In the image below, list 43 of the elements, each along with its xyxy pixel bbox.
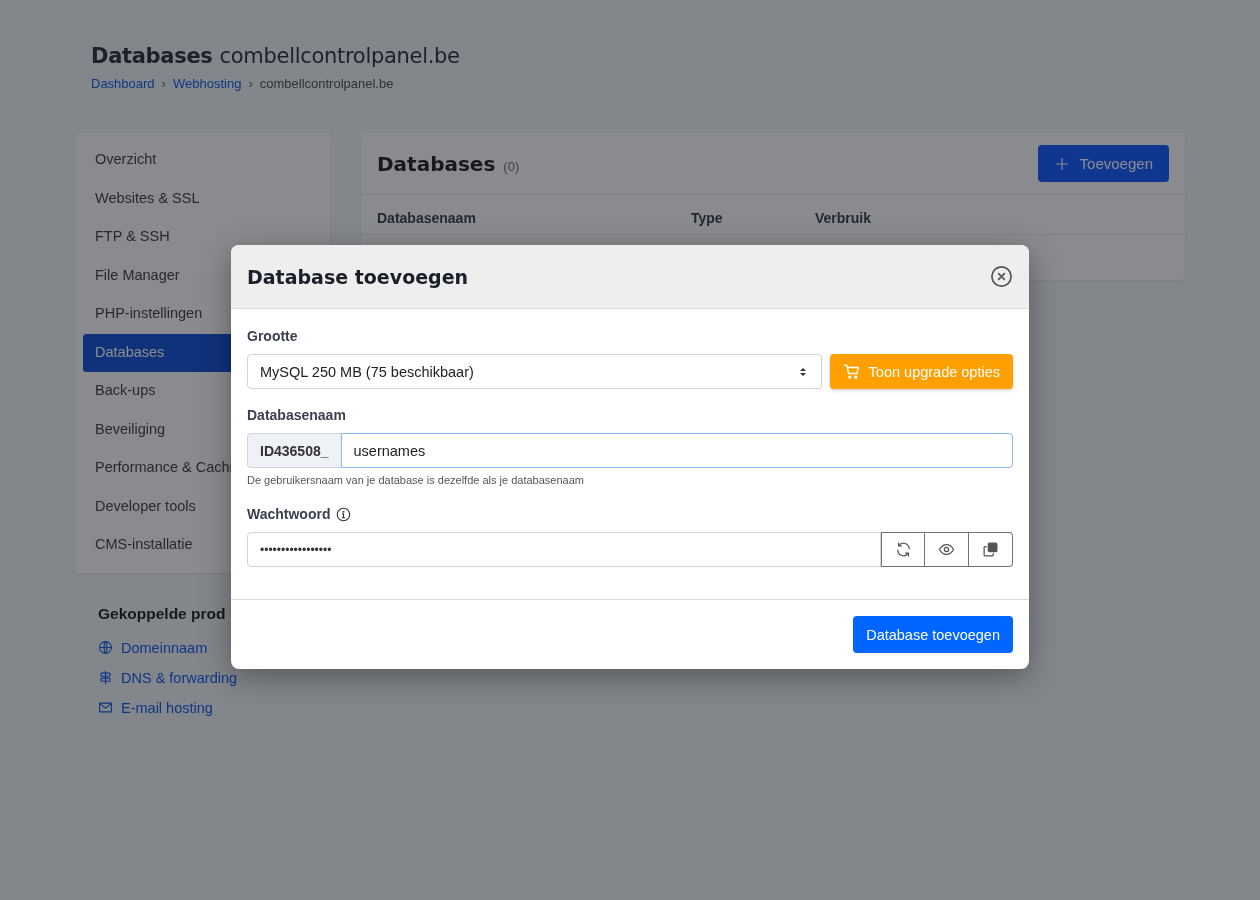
close-button[interactable]	[990, 265, 1013, 288]
page-title: Databases	[91, 44, 213, 68]
product-link[interactable]: E-mail hosting	[121, 699, 213, 716]
field-label: Databasenaam	[247, 407, 347, 423]
column-header: Type	[691, 210, 724, 226]
add-button[interactable]: Toevoegen	[1037, 145, 1169, 182]
column-header: Verbruik	[815, 210, 873, 226]
modal-title: Database toevoegen	[247, 265, 469, 288]
eye-icon	[938, 541, 955, 558]
sidebar-item[interactable]: Websites & SSL	[83, 179, 322, 218]
submit-button[interactable]: Database toevoegen	[853, 616, 1013, 653]
page-subtitle: combellcontrolpanel.be	[219, 44, 460, 68]
close-icon	[990, 265, 1013, 288]
breadcrumb-separator: ›	[248, 76, 253, 91]
cart-icon	[842, 362, 861, 381]
column-header: Databasenaam	[377, 210, 477, 226]
breadcrumb-separator: ›	[161, 76, 166, 91]
product-link[interactable]: DNS & forwarding	[121, 669, 238, 686]
item-count: (0)	[503, 158, 520, 174]
globe-icon	[98, 640, 113, 655]
regenerate-button[interactable]	[881, 532, 925, 567]
sidebar-item[interactable]: FTP & SSH	[83, 218, 322, 257]
copy-button[interactable]	[969, 532, 1013, 567]
field-label: Wachtwoord	[247, 506, 331, 522]
copy-icon	[982, 541, 999, 558]
name-prefix: ID436508_	[247, 433, 341, 468]
show-password-button[interactable]	[925, 532, 969, 567]
breadcrumb-link[interactable]: Webhosting	[172, 76, 242, 91]
help-text: De gebruikersnaam van je database is dezelfde als je databasenaam	[247, 474, 585, 486]
database-name-field[interactable]: usernames	[340, 433, 1013, 468]
product-link[interactable]: Domeinnaam	[121, 639, 208, 656]
password-field[interactable]: •••••••••••••••••	[247, 532, 881, 567]
breadcrumb-link[interactable]: Dashboard	[91, 76, 155, 91]
sidebar-item[interactable]: Overzicht	[83, 141, 322, 180]
envelope-icon	[98, 700, 113, 715]
panel-title: Databases	[377, 151, 496, 176]
plus-icon	[1053, 155, 1070, 172]
signpost-icon	[98, 670, 113, 685]
breadcrumb-current: combellcontrolpanel.be	[259, 76, 394, 91]
info-icon	[336, 506, 352, 522]
section-heading: Gekoppelde prod	[98, 604, 227, 623]
refresh-icon	[894, 541, 912, 558]
size-select[interactable]: MySQL 250 MB (75 beschikbaar)	[247, 354, 822, 389]
